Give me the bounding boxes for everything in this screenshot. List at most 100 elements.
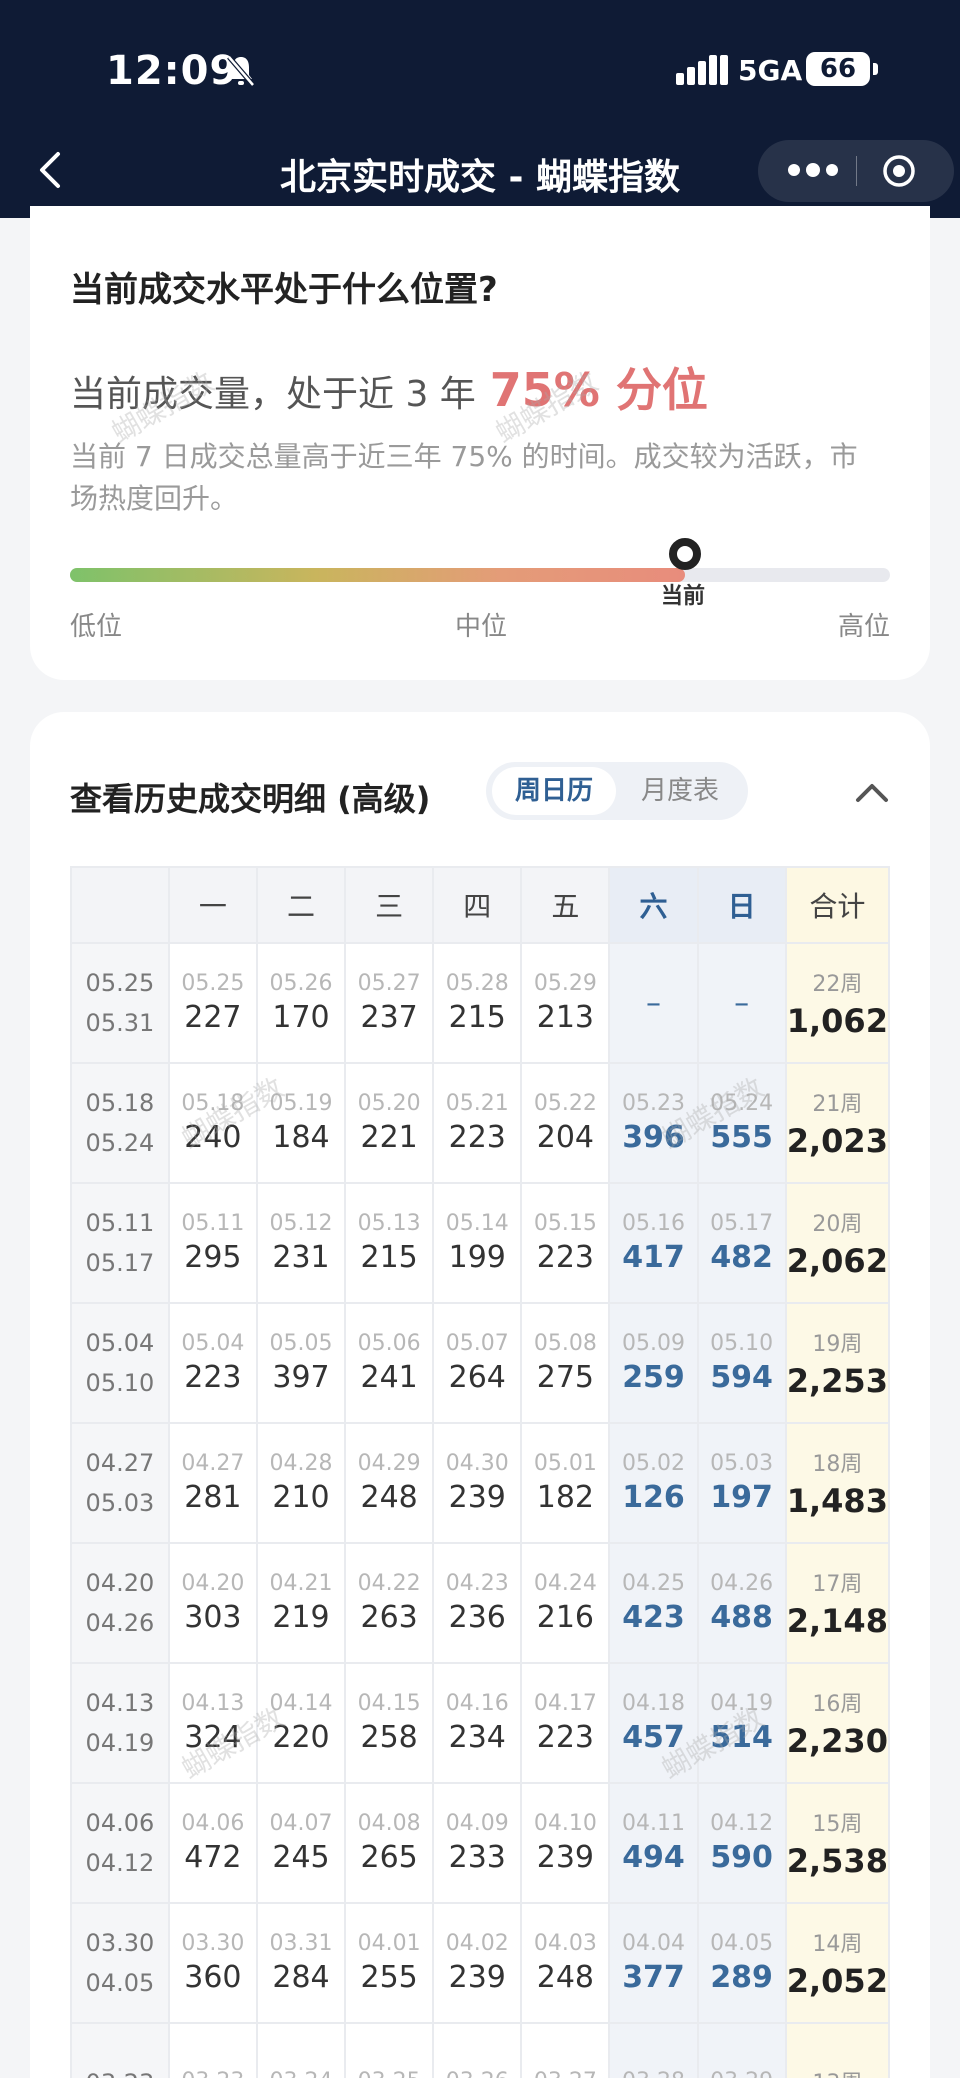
day-cell[interactable]: 05.09 259: [608, 1302, 699, 1424]
day-cell[interactable]: 04.02 239: [432, 1902, 523, 2024]
day-cell[interactable]: 03.30 360: [167, 1902, 258, 2024]
position-summary-text: 当前成交量，处于近 3 年: [70, 374, 476, 415]
more-icon[interactable]: [784, 160, 842, 180]
day-cell[interactable]: 04.05 289: [696, 1902, 787, 2024]
day-date: 05.10: [710, 1331, 774, 1356]
day-cell[interactable]: 03.24: [255, 2022, 347, 2078]
day-cell[interactable]: 03.28: [608, 2022, 699, 2078]
day-cell[interactable]: 04.22 263: [344, 1542, 435, 1664]
day-cell[interactable]: 04.21 219: [255, 1542, 347, 1664]
day-date: 04.22: [357, 1571, 421, 1596]
empty-day-dash: –: [734, 985, 750, 1021]
day-cell[interactable]: 05.05 397: [255, 1302, 347, 1424]
day-cell[interactable]: 04.14 220: [255, 1662, 347, 1784]
day-date: 04.01: [357, 1931, 421, 1956]
day-cell[interactable]: 04.23 236: [432, 1542, 523, 1664]
day-date: 05.05: [269, 1331, 333, 1356]
day-volume: 590: [710, 1840, 773, 1875]
week-range-end: 05.31: [85, 1009, 155, 1037]
day-date: 05.02: [622, 1451, 685, 1476]
day-cell[interactable]: 04.16 234: [432, 1662, 523, 1784]
day-cell[interactable]: 04.04 377: [608, 1902, 699, 2024]
day-cell[interactable]: 04.10 239: [520, 1782, 611, 1904]
day-cell[interactable]: 04.26 488: [696, 1542, 787, 1664]
day-cell[interactable]: 03.29: [696, 2022, 787, 2078]
day-cell[interactable]: 05.10 594: [696, 1302, 787, 1424]
day-cell[interactable]: 05.08 275: [520, 1302, 611, 1424]
day-cell[interactable]: 04.18 457: [608, 1662, 699, 1784]
network-type: 5GA: [738, 54, 803, 87]
day-cell[interactable]: 05.20 221: [344, 1062, 435, 1184]
day-cell[interactable]: 04.15 258: [344, 1662, 435, 1784]
day-cell[interactable]: 05.22 204: [520, 1062, 611, 1184]
day-volume: 239: [536, 1840, 594, 1875]
day-cell[interactable]: 03.27: [520, 2022, 611, 2078]
day-date: 03.25: [346, 2069, 432, 2078]
week-range-end: 05.10: [85, 1369, 155, 1397]
scale-high-label: 高位: [838, 612, 891, 642]
day-cell[interactable]: 04.03 248: [520, 1902, 611, 2024]
day-cell[interactable]: –: [608, 942, 699, 1064]
day-cell[interactable]: 05.26 170: [255, 942, 347, 1064]
day-cell[interactable]: 04.29 248: [344, 1422, 435, 1544]
tab-week-calendar[interactable]: 周日历: [492, 767, 616, 815]
day-cell[interactable]: 05.11 295: [167, 1182, 258, 1304]
day-cell[interactable]: 04.25 423: [608, 1542, 699, 1664]
day-cell[interactable]: 04.12 590: [696, 1782, 787, 1904]
day-volume: 275: [536, 1360, 594, 1395]
day-cell[interactable]: 04.24 216: [520, 1542, 611, 1664]
day-cell[interactable]: 05.23 396: [608, 1062, 699, 1184]
day-cell[interactable]: 04.19 514: [696, 1662, 787, 1784]
day-volume: 231: [272, 1240, 330, 1275]
day-cell[interactable]: 04.27 281: [167, 1422, 258, 1544]
day-cell[interactable]: 03.26: [432, 2022, 523, 2078]
day-cell[interactable]: 05.15 223: [520, 1182, 611, 1304]
day-cell[interactable]: 05.07 264: [432, 1302, 523, 1424]
week-total-cell: 16周 2,230: [784, 1662, 891, 1784]
day-cell[interactable]: 05.04 223: [167, 1302, 258, 1424]
week-range-cell: 04.13 04.19: [70, 1662, 170, 1784]
day-cell[interactable]: 04.08 265: [344, 1782, 435, 1904]
close-target-icon[interactable]: [882, 154, 916, 188]
day-cell[interactable]: 05.06 241: [344, 1302, 435, 1424]
day-cell[interactable]: 05.12 231: [255, 1182, 347, 1304]
day-cell[interactable]: 05.17 482: [696, 1182, 787, 1304]
day-cell[interactable]: 05.27 237: [344, 942, 435, 1064]
day-volume: 514: [710, 1720, 773, 1755]
day-cell[interactable]: 05.03 197: [696, 1422, 787, 1544]
day-cell[interactable]: 03.25: [344, 2022, 435, 2078]
day-cell[interactable]: 05.29 213: [520, 942, 611, 1064]
day-cell[interactable]: 04.13 324: [167, 1662, 258, 1784]
day-cell[interactable]: 05.19 184: [255, 1062, 347, 1184]
day-cell[interactable]: 04.28 210: [255, 1422, 347, 1544]
day-cell[interactable]: 05.02 126: [608, 1422, 699, 1544]
day-cell[interactable]: 04.07 245: [255, 1782, 347, 1904]
tab-monthly-table[interactable]: 月度表: [618, 767, 742, 815]
day-cell[interactable]: 05.21 223: [432, 1062, 523, 1184]
day-cell[interactable]: 04.30 239: [432, 1422, 523, 1544]
day-cell[interactable]: 04.11 494: [608, 1782, 699, 1904]
day-cell[interactable]: 05.14 199: [432, 1182, 523, 1304]
day-cell[interactable]: 05.13 215: [344, 1182, 435, 1304]
day-volume: 241: [360, 1360, 418, 1395]
day-cell[interactable]: 04.20 303: [167, 1542, 258, 1664]
day-date: 05.28: [445, 971, 509, 996]
day-cell[interactable]: 03.31 284: [255, 1902, 347, 2024]
day-cell[interactable]: 03.23: [167, 2022, 258, 2078]
day-cell[interactable]: 05.01 182: [520, 1422, 611, 1544]
day-cell[interactable]: 05.28 215: [432, 942, 523, 1064]
day-cell[interactable]: 04.06 472: [167, 1782, 258, 1904]
day-cell[interactable]: 04.09 233: [432, 1782, 523, 1904]
day-cell[interactable]: –: [696, 942, 787, 1064]
day-cell[interactable]: 04.01 255: [344, 1902, 435, 2024]
week-range-start: 05.04: [85, 1329, 155, 1357]
day-cell[interactable]: 04.17 223: [520, 1662, 611, 1784]
day-cell[interactable]: 05.25 227: [167, 942, 258, 1064]
day-cell[interactable]: 05.16 417: [608, 1182, 699, 1304]
week-range-start: 04.13: [85, 1689, 155, 1717]
day-date: 05.03: [710, 1451, 774, 1476]
day-date: 03.27: [522, 2069, 608, 2078]
chevron-up-icon[interactable]: [854, 780, 890, 804]
day-cell[interactable]: 05.18 240: [167, 1062, 258, 1184]
day-cell[interactable]: 05.24 555: [696, 1062, 787, 1184]
